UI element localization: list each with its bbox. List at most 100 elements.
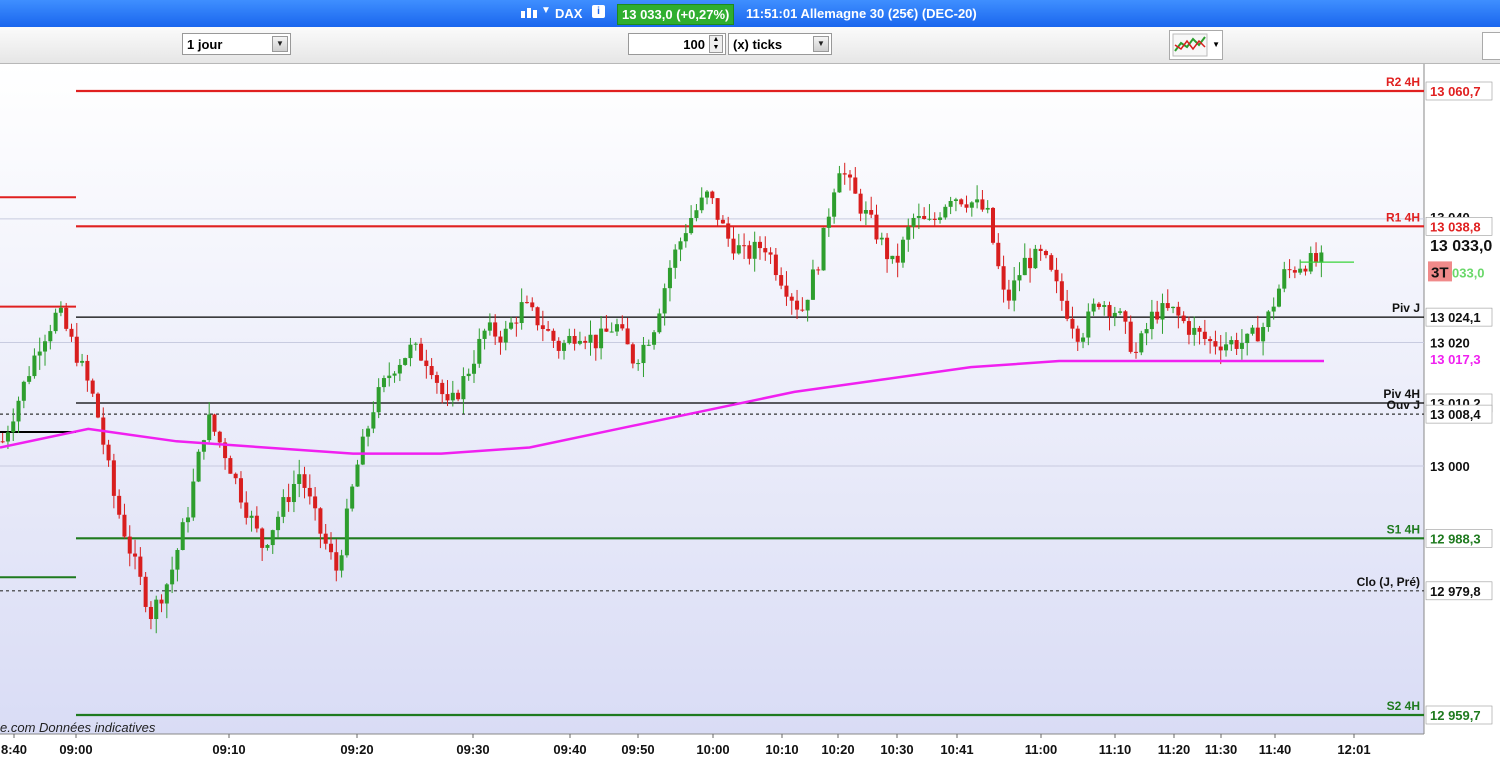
candle-body [106, 444, 111, 461]
candle-body [747, 245, 752, 259]
candle-body [959, 199, 964, 205]
level-label: S1 4H [1387, 522, 1420, 536]
candle-body [969, 202, 974, 208]
candle-body [990, 207, 996, 243]
candle-body [196, 451, 201, 482]
candle-body [122, 514, 127, 537]
chart-svg[interactable]: 8:40 09:00 09:10 09:20 09:30 09:40 09:50 10:00 1… [0, 64, 1500, 761]
candle-body [1229, 340, 1234, 345]
candle-body [148, 606, 153, 620]
chevron-down-icon[interactable]: ▼ [541, 5, 551, 16]
candle-body [927, 218, 932, 220]
toolbar: 1 jour ▼ 100 ▲ ▼ (x) ticks ▼ [0, 27, 1500, 64]
candle-body [1054, 269, 1059, 282]
candle-body [731, 238, 736, 254]
candle-body [604, 328, 609, 332]
stepper-arrows-icon[interactable]: ▲ ▼ [709, 35, 723, 53]
level-label: R2 4H [1386, 75, 1420, 89]
candle-body [1049, 255, 1054, 270]
candle-body [1128, 321, 1133, 352]
candle-body [1001, 266, 1006, 290]
candle-body [466, 373, 471, 377]
candle-body [265, 545, 270, 548]
candle-body [726, 223, 731, 239]
candle-body [95, 393, 100, 418]
chevron-down-icon[interactable]: ▼ [1212, 40, 1220, 49]
candle-body [159, 599, 164, 604]
candle-body [1255, 327, 1260, 342]
candle-body [1314, 253, 1319, 263]
unit-select[interactable]: (x) ticks ▼ [728, 33, 832, 55]
candle-body [133, 553, 138, 557]
candle-body [742, 245, 747, 247]
candle-body [1017, 275, 1022, 281]
candle-body [403, 358, 408, 365]
candle-body [180, 522, 185, 550]
candle-body [805, 299, 810, 311]
level-value: 13 008,4 [1430, 407, 1481, 422]
candle-body [1006, 289, 1011, 301]
candle-body [487, 322, 492, 331]
candle-body [768, 252, 773, 255]
price-chart[interactable]: 8:40 09:00 09:10 09:20 09:30 09:40 09:50 10:00 1… [0, 64, 1500, 761]
candle-body [1208, 338, 1213, 342]
candle-body [858, 193, 863, 214]
candle-body [16, 400, 21, 422]
candle-body [344, 508, 349, 556]
candle-body [1176, 306, 1181, 316]
candle-body [1102, 305, 1107, 307]
chevron-down-icon[interactable]: ▼ [813, 36, 829, 52]
candle-body [705, 191, 710, 198]
price-change-badge: 13 033,0 (+0,27%) [617, 4, 735, 25]
candle-body [360, 436, 365, 465]
candle-body [948, 200, 953, 207]
candle-body [413, 343, 418, 345]
candle-body [270, 530, 275, 546]
candle-body [207, 414, 212, 441]
candle-body [281, 497, 286, 517]
candle-body [816, 269, 821, 271]
candle-body [1112, 312, 1117, 317]
candle-body [1266, 311, 1271, 328]
symbol-label[interactable]: DAX [555, 6, 582, 21]
candle-body [630, 344, 635, 364]
candle-body [885, 237, 890, 260]
level-value: 12 988,3 [1430, 531, 1481, 546]
candle-body [1202, 331, 1207, 339]
side-panel-toggle[interactable] [1482, 32, 1500, 60]
candle-body [154, 599, 159, 620]
chevron-down-icon[interactable]: ▼ [272, 36, 288, 52]
time-tick-label: 11:10 [1099, 742, 1132, 757]
level-value: 13 060,7 [1430, 84, 1481, 99]
candle-body [392, 373, 397, 376]
candle-body [583, 340, 588, 343]
candle-body [1065, 300, 1070, 319]
candle-body [890, 255, 895, 260]
candle-body [58, 307, 63, 313]
candle-body [540, 325, 545, 330]
candle-body [1118, 311, 1123, 313]
period-select[interactable]: 1 jour ▼ [182, 33, 291, 55]
candle-body [419, 343, 424, 361]
chart-candles-icon[interactable] [520, 6, 538, 20]
candle-body [1224, 344, 1229, 351]
candle-body [318, 508, 323, 534]
candle-body [784, 285, 789, 297]
indicator-tool-button[interactable]: ▼ [1169, 30, 1223, 60]
candle-body [1165, 303, 1170, 309]
candle-body [551, 330, 556, 341]
candle-body [683, 233, 688, 242]
candle-body [646, 344, 651, 346]
time-tick-label: 11:30 [1205, 742, 1238, 757]
candle-body [826, 216, 831, 228]
info-icon[interactable]: i [592, 5, 605, 18]
tick-count-stepper[interactable]: 100 ▲ ▼ [628, 33, 726, 55]
candle-body [715, 198, 720, 220]
candle-body [164, 584, 169, 604]
candle-body [625, 328, 630, 345]
candle-body [1245, 333, 1250, 344]
candle-body [53, 312, 58, 332]
candle-body [1123, 311, 1128, 322]
candle-body [964, 204, 969, 208]
vwap-value: 13 017,3 [1430, 352, 1481, 367]
